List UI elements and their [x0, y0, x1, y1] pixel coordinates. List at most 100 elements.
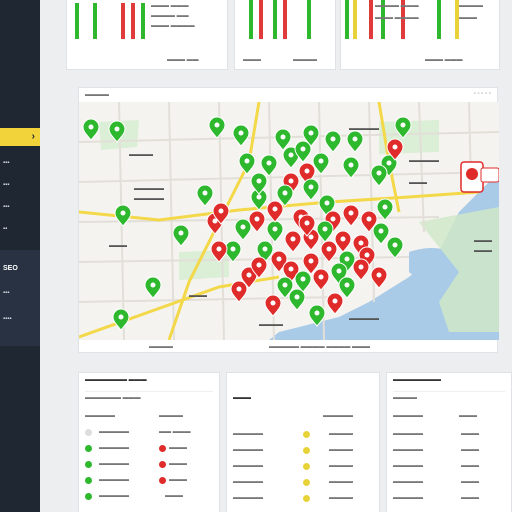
table-row[interactable]: ▬▬▬▬▬ ▬▬▬ [393, 447, 505, 457]
status-dot [303, 431, 310, 438]
status-dot [85, 477, 92, 484]
map-pin-dot [330, 136, 336, 142]
map-pin-dot [308, 130, 314, 136]
map-pin-dot [322, 226, 328, 232]
stats-card-b: ▬▬▬ ▬▬▬▬ [234, 0, 336, 70]
bar-red [369, 0, 373, 39]
table-row[interactable]: ▬▬▬▬▬ ▬▬▬ [85, 445, 213, 455]
map-pin-dot [376, 170, 382, 176]
status-dot [85, 429, 92, 436]
bar-green [93, 3, 97, 39]
bar-green [141, 3, 145, 39]
sidebar-panel: SEO ▪▪▪ ▪▪▪▪ [0, 250, 40, 346]
svg-text:▬▬▬: ▬▬▬ [109, 243, 127, 249]
map-pin-dot [392, 144, 398, 150]
table-row[interactable]: ▬▬▬▬▬ ▬▬▬▬ [233, 495, 373, 505]
map-pin-dot [270, 300, 276, 306]
map-pin-dot [114, 126, 120, 132]
panel-right: ▬▬▬▬▬▬▬▬ ▬▬▬▬ ▬▬▬▬▬ ▬▬▬ ▬▬▬▬▬ ▬▬▬ ▬▬▬▬▬ ▬▬… [386, 372, 512, 512]
map-pin-dot [324, 200, 330, 206]
map-pin-dot [150, 282, 156, 288]
map-pin-dot [400, 122, 406, 128]
table-row[interactable]: ▬▬▬▬▬ ▬▬▬ [393, 479, 505, 489]
svg-text:▬▬▬▬: ▬▬▬▬ [259, 322, 283, 328]
sidebar-item-3[interactable]: ▪▪▪ [3, 204, 9, 210]
map-pin-dot [358, 264, 364, 270]
svg-text:▬▬▬▬▬: ▬▬▬▬▬ [409, 158, 439, 164]
chevron-right-icon: › [31, 131, 35, 142]
map-view[interactable]: ▬▬▬▬ ▬▬▬▬▬ ▬▬▬▬▬ ▬▬▬▬▬ ▬▬▬▬▬ ▬▬▬ ▬▬▬ ▬▬▬… [79, 102, 499, 340]
map-pin-dot [336, 268, 342, 274]
svg-text:▬▬▬▬▬: ▬▬▬▬▬ [134, 196, 164, 202]
sidebar-item-1[interactable]: ▪▪▪ [3, 160, 9, 166]
map-pin-dot [218, 208, 224, 214]
map-pin-dot [230, 246, 236, 252]
sidebar-item-5[interactable]: ▪▪▪ [3, 290, 9, 296]
svg-text:▬▬▬: ▬▬▬ [409, 180, 427, 186]
table-row[interactable]: ▬▬▬▬▬ ▬▬▬ [393, 431, 505, 441]
map-pin-dot [246, 272, 252, 278]
table-row[interactable]: ▬▬▬▬▬ ▬▬▬ [393, 495, 505, 505]
table-row[interactable]: ▬▬▬▬▬ ▬▬▬ [85, 477, 213, 487]
map-pin-dot [318, 274, 324, 280]
sidebar-item-4[interactable]: ▪▪ [3, 226, 7, 232]
table-row[interactable]: ▬▬▬▬▬ ▬▬ ▬▬▬ [85, 429, 213, 439]
map-pin-dot [352, 136, 358, 142]
map-pin-dot [314, 310, 320, 316]
status-dot [303, 447, 310, 454]
map-card: ▬▬▬▬ ▫ ▫ ▫ ▫ ▫ ▬▬▬▬ ▬▬▬▬▬ ▬▬▬▬▬ ▬▬▬▬▬ ▬▬… [78, 87, 499, 353]
map-pin-dot [348, 162, 354, 168]
table-row[interactable]: ▬▬▬▬▬ ▬▬▬▬ [233, 463, 373, 473]
map-toolbar-icons[interactable]: ▫ ▫ ▫ ▫ ▫ [474, 91, 491, 97]
map-pin-dot [256, 262, 262, 268]
panel-left: ▬▬▬▬▬▬▬ ▬▬▬ ▬▬▬▬▬▬ ▬▬▬ ▬▬▬▬▬ ▬▬▬▬ ▬▬▬▬▬ ▬… [78, 372, 220, 512]
status-dot [159, 477, 166, 484]
sidebar-item-6[interactable]: ▪▪▪▪ [3, 316, 12, 322]
map-pin-dot [254, 216, 260, 222]
sidebar-item-seo[interactable]: SEO [3, 265, 18, 272]
map-canvas[interactable]: ▬▬▬▬ ▬▬▬▬▬ ▬▬▬▬▬ ▬▬▬▬▬ ▬▬▬▬▬ ▬▬▬ ▬▬▬ ▬▬▬… [79, 102, 499, 340]
map-pin-dot [288, 178, 294, 184]
map-pin-dot [282, 190, 288, 196]
map-pin-dot [282, 282, 288, 288]
map-pin-dot [326, 246, 332, 252]
map-pin-dot [118, 314, 124, 320]
map-pin-dot [178, 230, 184, 236]
bar-green [437, 0, 441, 39]
map-pin-dot [366, 216, 372, 222]
status-dot [159, 461, 166, 468]
map-pin-dot [276, 256, 282, 262]
map-pin-dot [308, 234, 314, 240]
map-header: ▬▬▬▬ ▫ ▫ ▫ ▫ ▫ [85, 91, 491, 98]
table-row[interactable]: ▬▬▬▬▬ ▬▬▬ [393, 463, 505, 473]
map-pin-dot [376, 272, 382, 278]
map-pin-dot [290, 236, 296, 242]
svg-text:▬▬▬: ▬▬▬ [189, 293, 207, 299]
stats-card-a: ▬▬▬ ▬▬▬ ▬▬▬▬ ▬▬ ▬▬▬ ▬▬▬▬ ▬▬▬ ▬▬ [66, 0, 228, 70]
svg-text:▬▬▬▬▬: ▬▬▬▬▬ [134, 186, 164, 192]
map-footer: ▬▬▬▬ ▬▬▬▬▬ ▬▬▬▬ ▬▬▬▬ ▬▬▬ [149, 344, 371, 350]
map-pin-dot [262, 246, 268, 252]
bar-green [249, 0, 253, 39]
map-pin-dot [256, 178, 262, 184]
bar-green [273, 0, 277, 39]
status-dot [85, 445, 92, 452]
table-row[interactable]: ▬▬▬▬▬ ▬▬▬ [85, 493, 213, 503]
table-row[interactable]: ▬▬▬▬▬ ▬▬▬ [85, 461, 213, 471]
sidebar-item-2[interactable]: ▪▪▪ [3, 182, 9, 188]
sidebar-item-active[interactable]: › [0, 128, 40, 146]
table-row[interactable]: ▬▬▬▬▬ ▬▬▬▬ [233, 447, 373, 457]
bar-green [307, 0, 311, 39]
map-pin-dot [300, 276, 306, 282]
map-pin-dot [214, 122, 220, 128]
status-dot [303, 463, 310, 470]
map-pin-dot [386, 160, 392, 166]
table-row[interactable]: ▬▬▬▬▬ ▬▬▬▬ [233, 479, 373, 489]
map-pin-dot [358, 240, 364, 246]
map-pin-dot [256, 194, 262, 200]
map-pin-dot [304, 220, 310, 226]
table-row[interactable]: ▬▬▬▬▬ ▬▬▬▬ [233, 431, 373, 441]
map-pin-dot [280, 134, 286, 140]
map-pin-dot [288, 152, 294, 158]
map-pin-dot [344, 282, 350, 288]
